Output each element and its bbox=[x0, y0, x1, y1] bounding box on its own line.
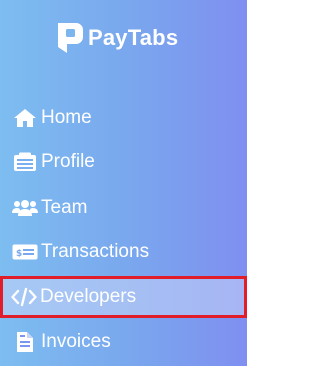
sidebar-item-label: Team bbox=[41, 197, 88, 218]
money-bill-icon: $ bbox=[12, 241, 38, 263]
sidebar-item-label: Transactions bbox=[41, 241, 150, 262]
users-icon bbox=[12, 197, 38, 219]
file-invoice-icon bbox=[12, 331, 38, 353]
sidebar-item-label: Invoices bbox=[41, 331, 111, 352]
sidebar-item-transactions[interactable]: $ Transactions bbox=[0, 232, 247, 272]
sidebar-item-team[interactable]: Team bbox=[0, 188, 247, 228]
sidebar-item-developers[interactable]: Developers bbox=[0, 276, 247, 318]
code-icon bbox=[11, 286, 37, 308]
sidebar-item-label: Home bbox=[41, 107, 92, 128]
brand-name: PayTabs bbox=[88, 25, 179, 50]
paytabs-logo-icon bbox=[58, 23, 83, 53]
sidebar-item-profile[interactable]: Profile bbox=[0, 142, 247, 182]
sidebar-item-home[interactable]: Home bbox=[0, 98, 247, 138]
sidebar-item-label: Developers bbox=[40, 286, 137, 307]
sidebar-item-label: Profile bbox=[41, 151, 95, 172]
sidebar: PayTabs Home Profile Team $ Transactions… bbox=[0, 0, 247, 366]
sidebar-item-invoices[interactable]: Invoices bbox=[0, 322, 247, 362]
svg-text:$: $ bbox=[16, 249, 22, 259]
brand[interactable]: PayTabs bbox=[56, 21, 178, 55]
profile-card-icon bbox=[12, 151, 38, 173]
home-icon bbox=[12, 107, 38, 129]
